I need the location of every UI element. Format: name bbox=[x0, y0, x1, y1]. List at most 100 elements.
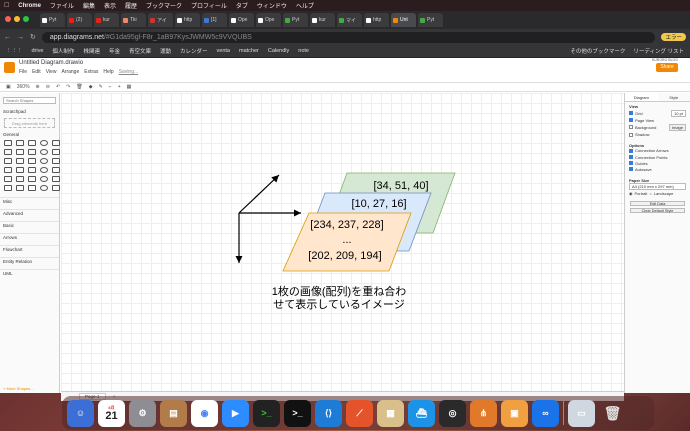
shape-item[interactable] bbox=[52, 167, 60, 173]
bookmark[interactable]: 青空文庫 bbox=[129, 47, 151, 55]
shape-item[interactable] bbox=[40, 158, 48, 164]
browser-tab[interactable]: アイ bbox=[148, 13, 173, 27]
browser-tab[interactable]: kur bbox=[94, 13, 119, 27]
shape-item[interactable] bbox=[28, 185, 36, 191]
zoom-in-icon[interactable]: ⊕ bbox=[36, 84, 40, 90]
connection-points-checkbox[interactable] bbox=[629, 155, 633, 160]
menubar-item[interactable]: ヘルプ bbox=[296, 1, 314, 10]
url-input[interactable]: app.diagrams.net/#G1da95gl-F8r_1aB97KysJ… bbox=[41, 31, 656, 43]
shape-item[interactable] bbox=[4, 140, 12, 146]
shape-item[interactable] bbox=[40, 149, 48, 155]
shape-item[interactable] bbox=[40, 185, 48, 191]
terminal-icon[interactable]: >_ bbox=[253, 399, 280, 427]
section-header[interactable]: Advanced bbox=[0, 209, 59, 217]
archive-icon[interactable]: ▦ bbox=[377, 399, 404, 427]
section-header[interactable]: Entity Relation bbox=[0, 257, 59, 265]
browser-tab[interactable]: Tki bbox=[121, 13, 146, 27]
bookmark[interactable]: 運動 bbox=[160, 47, 171, 55]
profile-button[interactable]: エラー bbox=[661, 33, 686, 41]
section-general[interactable]: General bbox=[0, 131, 59, 138]
zoom-out-icon[interactable]: ⊖ bbox=[46, 84, 50, 90]
browser-tab[interactable]: Unt bbox=[391, 13, 416, 27]
menu-arrange[interactable]: Arrange bbox=[61, 69, 79, 75]
shape-item[interactable] bbox=[16, 158, 24, 164]
waypoints-icon[interactable]: ⌐ bbox=[109, 84, 112, 90]
redo-icon[interactable]: ↷ bbox=[66, 84, 70, 90]
shape-item[interactable] bbox=[52, 185, 60, 191]
caption-line-2[interactable]: せて表示しているイメージ bbox=[273, 297, 404, 311]
reload-icon[interactable]: ↻ bbox=[30, 33, 36, 41]
section-header[interactable]: Flowchart bbox=[0, 245, 59, 253]
browser-tab[interactable]: kur bbox=[310, 13, 335, 27]
tab-diagram[interactable]: Diagram bbox=[625, 93, 658, 101]
browser-tab[interactable]: http bbox=[175, 13, 200, 27]
section-header[interactable]: Arrows bbox=[0, 233, 59, 241]
diagram-canvas[interactable]: [34, 51, 40] [10, 27, 16] [234, 237, 228… bbox=[61, 93, 624, 393]
maximize-icon[interactable] bbox=[23, 16, 29, 22]
vscode-icon[interactable]: ⟨⟩ bbox=[315, 399, 342, 427]
shape-item[interactable] bbox=[4, 185, 12, 191]
arrow-up-right[interactable] bbox=[238, 174, 280, 214]
delete-icon[interactable]: 🗑 bbox=[76, 84, 82, 90]
share-button[interactable]: Share bbox=[656, 63, 678, 72]
browser-tab[interactable]: Pyt bbox=[283, 13, 308, 27]
shape-item[interactable] bbox=[4, 158, 12, 164]
portrait-radio[interactable]: ◉ bbox=[629, 191, 633, 196]
fill-color-icon[interactable]: ◆ bbox=[89, 84, 93, 90]
trash-icon[interactable]: 🗑 bbox=[599, 400, 626, 427]
grid-size-input[interactable]: 10 pt bbox=[671, 109, 686, 117]
caption-line-1[interactable]: 1枚の画像(配列)を重ね合わ bbox=[272, 284, 406, 298]
search-shapes-input[interactable]: Search Shapes bbox=[3, 97, 56, 104]
shape-item[interactable] bbox=[28, 176, 36, 182]
reading-list[interactable]: リーディング リスト bbox=[633, 47, 684, 55]
contacts-icon[interactable]: ▤ bbox=[160, 399, 187, 427]
clear-default-style-button[interactable]: Clear Default Style bbox=[630, 207, 685, 213]
table-icon[interactable]: ▦ bbox=[127, 84, 132, 90]
back-icon[interactable]: ← bbox=[4, 34, 11, 41]
menubar-app-name[interactable]: Chrome bbox=[18, 3, 41, 9]
menubar-item[interactable]: プロフィール bbox=[191, 1, 227, 10]
docker-icon[interactable]: ⛴ bbox=[408, 399, 435, 427]
line-color-icon[interactable]: ✎ bbox=[99, 84, 103, 90]
close-icon[interactable] bbox=[5, 16, 11, 22]
zoom-icon[interactable]: ▶ bbox=[222, 399, 249, 427]
shape-item[interactable] bbox=[28, 167, 36, 173]
minimize-icon[interactable] bbox=[14, 16, 20, 22]
browser-tab[interactable]: http bbox=[364, 13, 389, 27]
document-title[interactable]: Untitled Diagram.drawio bbox=[19, 60, 83, 66]
infinity-app-icon[interactable]: ∞ bbox=[532, 399, 559, 427]
shape-item[interactable] bbox=[16, 167, 24, 173]
forward-icon[interactable]: → bbox=[17, 34, 24, 41]
more-shapes-link[interactable]: + More Shapes... bbox=[3, 386, 34, 391]
bookmark[interactable]: drive bbox=[32, 48, 44, 54]
browser-tab[interactable]: Pyt bbox=[418, 13, 443, 27]
edit-data-button[interactable]: Edit Data bbox=[630, 200, 685, 206]
shape-item[interactable] bbox=[40, 140, 48, 146]
menubar-item[interactable]: ブックマーク bbox=[146, 1, 182, 10]
connection-arrows-checkbox[interactable] bbox=[629, 148, 633, 153]
bookmark[interactable]: 年金 bbox=[109, 47, 120, 55]
shape-item[interactable] bbox=[16, 149, 24, 155]
section-scratchpad[interactable]: Scratchpad bbox=[0, 108, 59, 115]
image-button[interactable]: Image bbox=[668, 123, 686, 131]
menubar-item[interactable]: 履歴 bbox=[125, 1, 137, 10]
browser-tab[interactable]: Pyt bbox=[40, 13, 65, 27]
bookmark[interactable]: note bbox=[298, 48, 309, 54]
shape-item[interactable] bbox=[16, 185, 24, 191]
shape-item[interactable] bbox=[28, 158, 36, 164]
bookmark[interactable]: 株関連 bbox=[83, 47, 100, 55]
autosave-checkbox[interactable] bbox=[629, 167, 633, 172]
section-header[interactable]: UML bbox=[0, 269, 59, 277]
chrome-icon[interactable]: ◉ bbox=[191, 399, 218, 427]
apple-icon[interactable]:  bbox=[4, 2, 9, 9]
guides-checkbox[interactable] bbox=[629, 161, 633, 166]
shadow-checkbox[interactable] bbox=[629, 132, 633, 137]
shape-item[interactable] bbox=[40, 167, 48, 173]
bookmark[interactable]: 個人制作 bbox=[52, 47, 74, 55]
bookmark[interactable]: カレンダー bbox=[180, 47, 208, 55]
other-bookmarks[interactable]: その他のブックマーク bbox=[570, 47, 625, 55]
menubar-item[interactable]: 編集 bbox=[83, 1, 95, 10]
menu-help[interactable]: Help bbox=[103, 69, 113, 75]
undo-icon[interactable]: ↶ bbox=[56, 84, 60, 90]
insert-icon[interactable]: + bbox=[118, 84, 121, 90]
